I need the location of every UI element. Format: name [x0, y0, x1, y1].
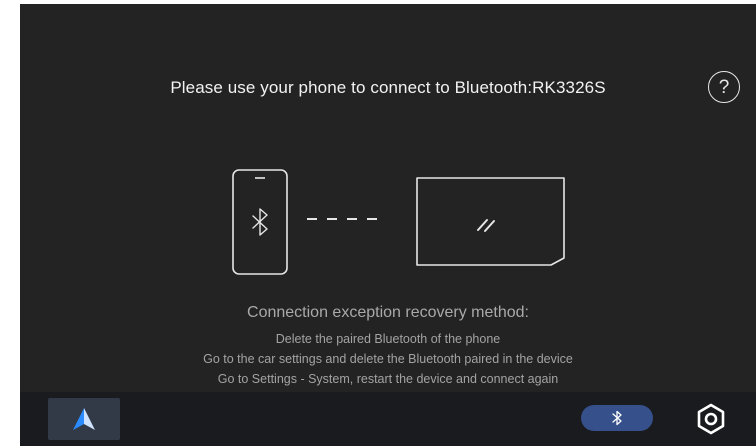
- bluetooth-icon: [612, 410, 622, 426]
- recovery-step: Delete the paired Bluetooth of the phone: [275, 332, 501, 346]
- help-button[interactable]: ?: [708, 71, 740, 103]
- main-area: Please use your phone to connect to Blue…: [20, 4, 756, 392]
- settings-icon: [697, 403, 725, 435]
- bluetooth-toggle[interactable]: [581, 405, 653, 431]
- help-icon: ?: [718, 76, 730, 98]
- page-title: Please use your phone to connect to Blue…: [170, 78, 606, 97]
- connection-diagram: [232, 169, 565, 275]
- phone-icon: [232, 169, 288, 275]
- car-screen-icon: [416, 177, 565, 266]
- recovery-step: Go to Settings - System, restart the dev…: [217, 372, 559, 386]
- bluetooth-icon: [252, 208, 268, 236]
- bottom-dock: [20, 392, 756, 446]
- home-button[interactable]: [48, 398, 120, 440]
- app-screen: Please use your phone to connect to Blue…: [20, 4, 756, 446]
- recovery-heading: Connection exception recovery method:: [247, 304, 529, 321]
- settings-button[interactable]: [692, 400, 730, 438]
- android-auto-icon: [73, 408, 95, 430]
- recovery-step: Go to the car settings and delete the Bl…: [203, 352, 573, 366]
